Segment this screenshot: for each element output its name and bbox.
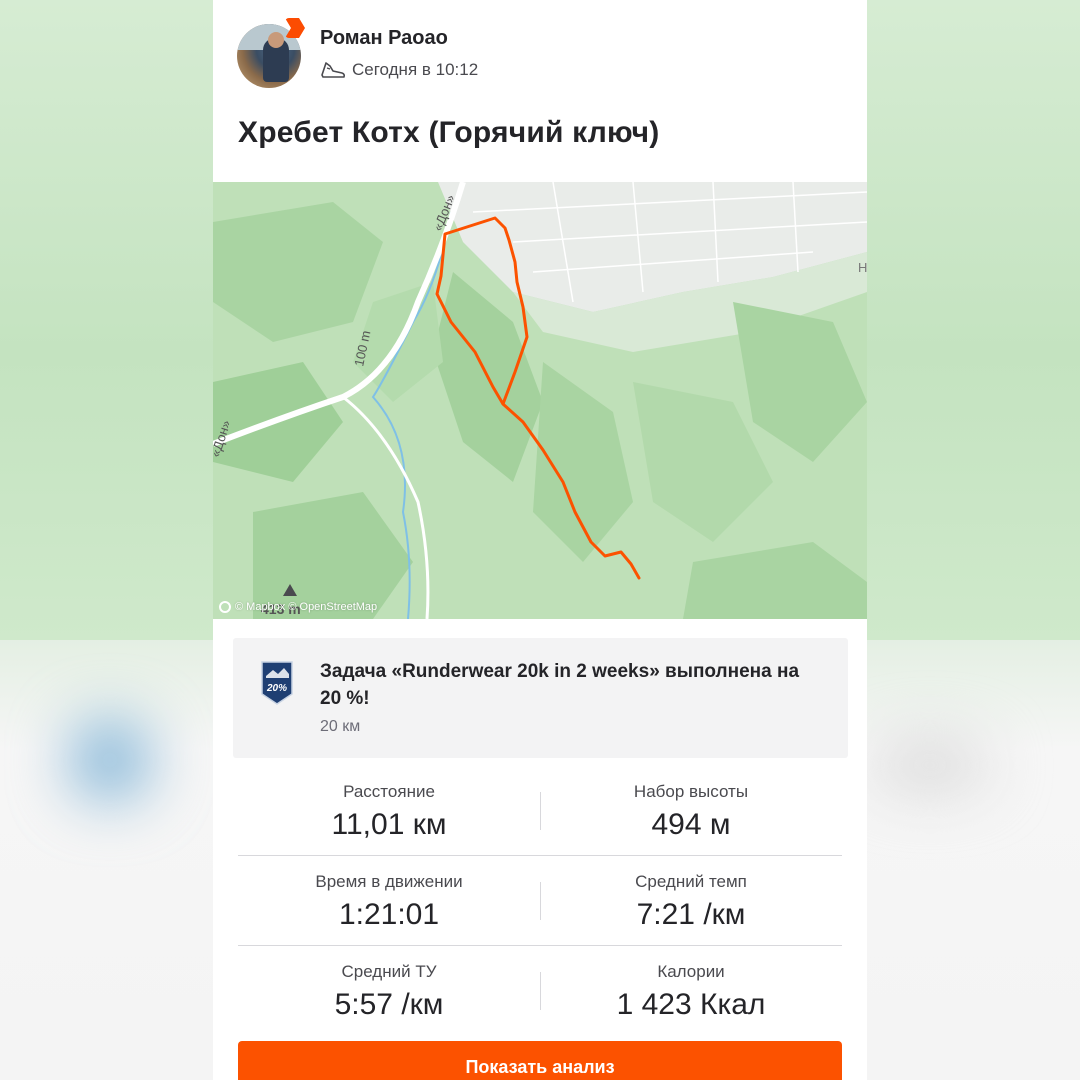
activity-card: Роман Раоао Сегодня в 10:12 Хребет Котх … [213,0,867,1080]
stats-row: Время в движении 1:21:01 Средний темп 7:… [238,856,842,946]
stat-calories: Калории 1 423 Ккал [540,946,842,1022]
stat-label: Средний ТУ [341,962,437,981]
stat-value: 1 423 Ккал [616,988,766,1021]
stat-label: Калории [657,962,725,981]
shoe-icon [321,62,346,78]
stat-label: Набор высоты [633,782,749,801]
attribution-text: © Mapbox © OpenStreetMap [235,601,378,613]
stat-avg-pace: Средний темп 7:21 /км [540,856,842,932]
post-meta: Сегодня в 10:12 [320,60,478,80]
background-blob [870,740,990,790]
map-edge-label: Н [858,260,867,275]
stat-distance: Расстояние 11,01 км [238,766,540,842]
mapbox-logo-icon [219,601,231,613]
challenge-badge-icon: 20% [261,661,293,705]
post-time: Сегодня в 10:12 [352,60,479,79]
stats-grid: Расстояние 11,01 км Набор высоты 494 м В… [238,766,842,1035]
stat-moving-time: Время в движении 1:21:01 [238,856,540,932]
map-canvas: «Дон» «Дон» 100 m 413 m Н [213,182,867,619]
route-map[interactable]: «Дон» «Дон» 100 m 413 m Н © Mapbox © Ope… [213,182,867,619]
stat-value: 5:57 /км [334,988,444,1021]
stat-elevation-gain: Набор высоты 494 м [540,766,842,842]
author-name[interactable]: Роман Раоао [320,27,448,50]
stat-value: 11,01 км [331,808,447,841]
show-analysis-button[interactable]: Показать анализ [238,1041,842,1080]
challenge-subtext: 20 км [320,718,361,735]
challenge-text: Задача «Runderwear 20k in 2 weeks» выпол… [320,661,800,709]
background-blob [70,720,150,800]
stat-label: Средний темп [635,872,747,891]
stats-row: Расстояние 11,01 км Набор высоты 494 м [238,766,842,856]
post-header: Роман Раоао Сегодня в 10:12 Хребет Котх … [213,0,867,182]
stat-value: 494 м [651,808,731,841]
stat-value: 7:21 /км [636,898,746,931]
stat-avg-gap: Средний ТУ 5:57 /км [238,946,540,1022]
map-attribution[interactable]: © Mapbox © OpenStreetMap [219,601,377,613]
stat-value: 1:21:01 [338,898,440,931]
stat-label: Время в движении [315,872,463,891]
activity-title[interactable]: Хребет Котх (Горячий ключ) [238,116,660,150]
stat-label: Расстояние [343,782,435,801]
stats-row: Средний ТУ 5:57 /км Калории 1 423 Ккал [238,946,842,1035]
challenge-banner[interactable]: 20% Задача «Runderwear 20k in 2 weeks» в… [233,638,848,758]
challenge-badge-text: 20% [266,683,287,694]
